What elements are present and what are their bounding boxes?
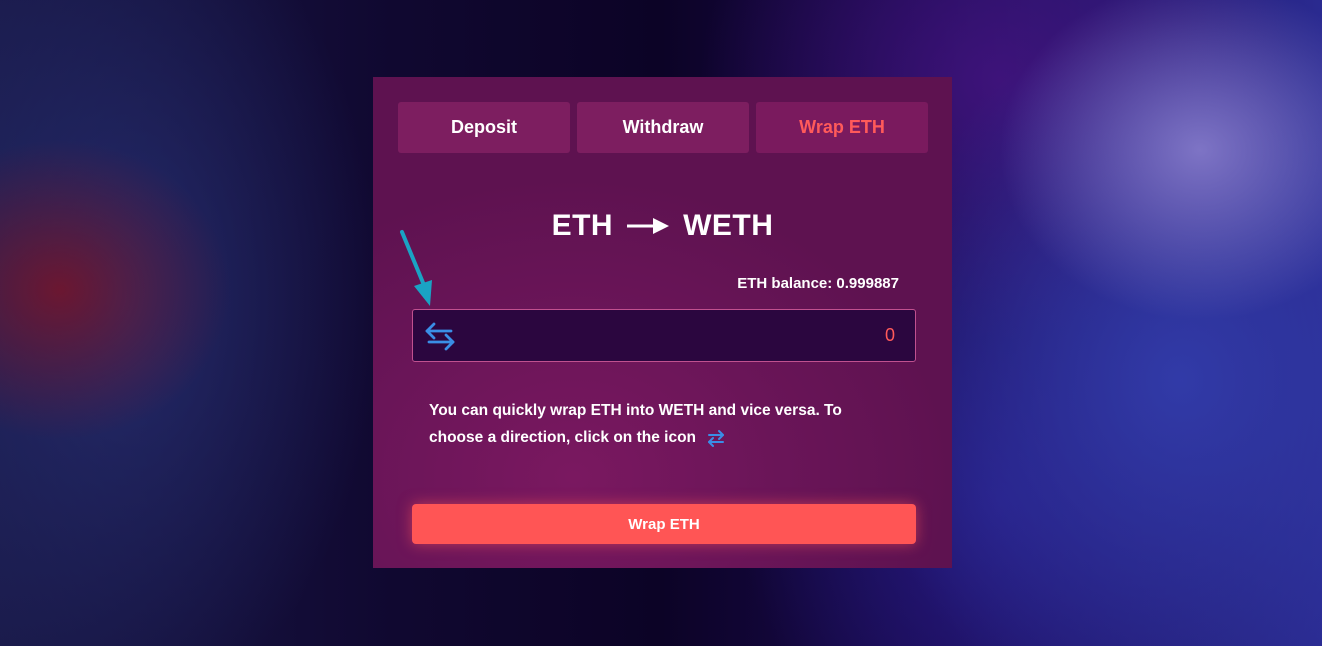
swap-hint-icon <box>708 429 725 447</box>
annotation-arrow-icon <box>400 230 432 306</box>
wrap-panel: Deposit Withdraw Wrap ETH ETH WETH ETH b… <box>373 77 952 568</box>
to-token-label: WETH <box>683 209 774 242</box>
tab-deposit[interactable]: Deposit <box>398 102 570 153</box>
swap-arrows-icon <box>425 322 455 351</box>
from-token-label: ETH <box>551 209 614 242</box>
swap-direction-button[interactable] <box>423 321 457 351</box>
tab-wrap-eth[interactable]: Wrap ETH <box>756 102 928 153</box>
eth-balance: ETH balance: 0.999887 <box>737 275 899 292</box>
amount-input[interactable] <box>593 324 897 347</box>
wrap-eth-button[interactable]: Wrap ETH <box>412 504 916 544</box>
help-text: You can quickly wrap ETH into WETH and v… <box>429 402 842 446</box>
conversion-title: ETH WETH <box>373 209 952 243</box>
amount-field <box>412 309 916 362</box>
arrow-right-icon <box>627 218 670 234</box>
tab-bar: Deposit Withdraw Wrap ETH <box>398 102 928 153</box>
tab-withdraw[interactable]: Withdraw <box>577 102 749 153</box>
help-text-container: You can quickly wrap ETH into WETH and v… <box>429 397 899 451</box>
